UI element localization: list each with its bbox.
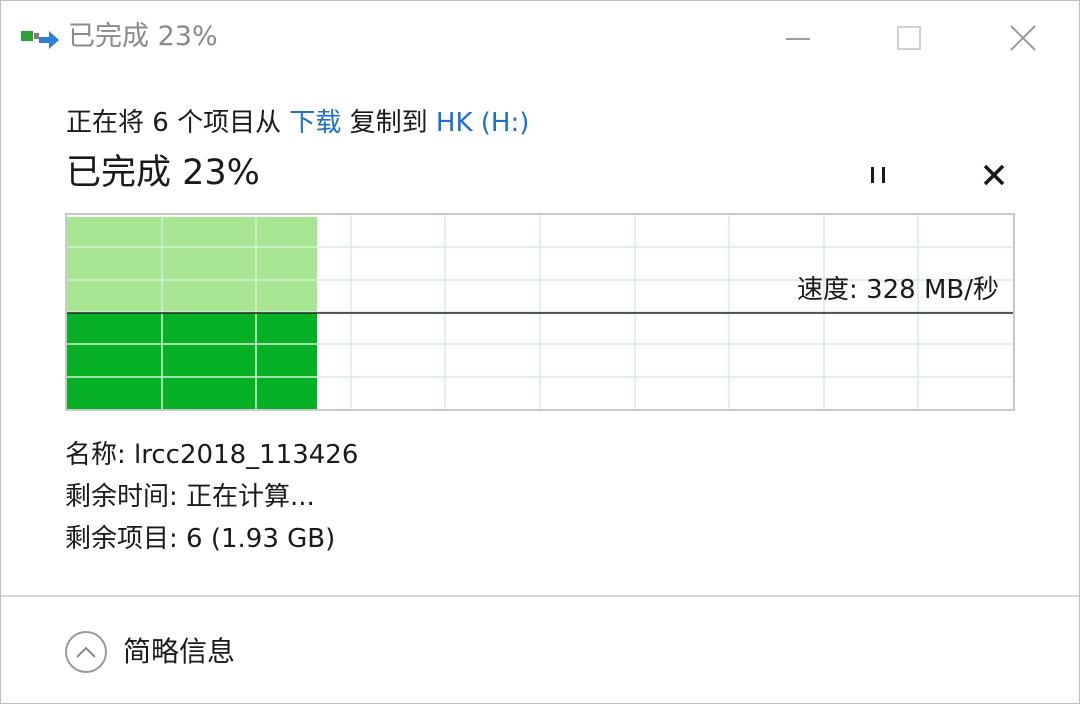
minimize-button[interactable] [773, 19, 823, 59]
copy-transfer-icon [21, 27, 61, 53]
window-title: 已完成 23% [68, 21, 218, 52]
speed-label: 速度: 328 MB/秒 [797, 275, 999, 305]
time-remaining: 剩余时间: 正在计算... [65, 482, 315, 512]
footer-divider [1, 595, 1079, 597]
window-close-button[interactable] [998, 19, 1048, 59]
progress-title: 已完成 23% [66, 153, 260, 193]
pause-button[interactable] [859, 158, 899, 192]
fewer-details-label: 简略信息 [123, 635, 236, 668]
cancel-copy-button[interactable] [974, 158, 1014, 192]
maximize-button[interactable] [884, 19, 934, 59]
description-prefix: 正在将 6 个项目从 [66, 108, 290, 138]
close-icon [974, 158, 1014, 192]
speed-graph-canvas [67, 215, 1013, 409]
description-middle: 复制到 [341, 108, 436, 138]
copy-progress-dialog: 已完成 23% 正在将 6 个项目从 下载 复制到 HK (H:) 已完成 23… [0, 0, 1080, 704]
fewer-details-toggle[interactable]: 简略信息 [65, 627, 235, 677]
source-folder-link[interactable]: 下载 [289, 108, 341, 138]
destination-drive-link[interactable]: HK (H:) [436, 108, 529, 138]
chevron-up-icon [65, 631, 107, 673]
copy-description: 正在将 6 个项目从 下载 复制到 HK (H:) [66, 104, 529, 142]
history-area [67, 217, 317, 313]
completed-area [67, 313, 317, 409]
transfer-speed-graph: 速度: 328 MB/秒 [65, 213, 1015, 411]
pause-icon [859, 158, 899, 192]
items-remaining: 剩余项目: 6 (1.93 GB) [65, 524, 336, 554]
title-bar[interactable]: 已完成 23% [1, 1, 1079, 73]
file-name: 名称: lrcc2018_113426 [65, 440, 359, 470]
